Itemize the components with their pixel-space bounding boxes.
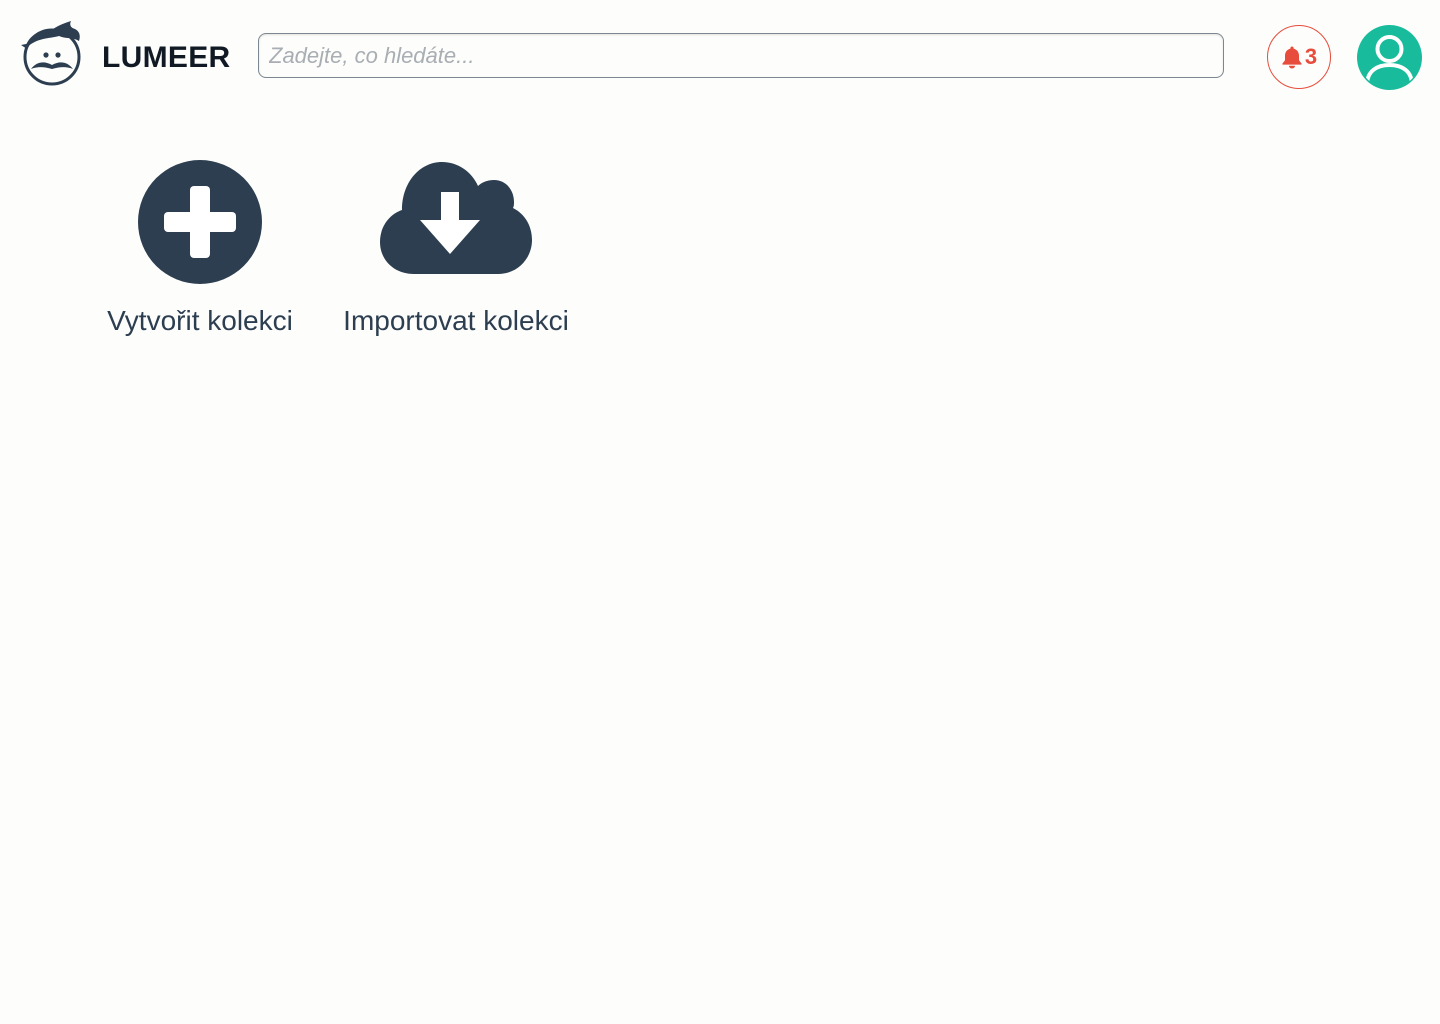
plus-circle-icon [138,160,262,284]
page: LUMEER 3 Vy [0,0,1440,1024]
app-name[interactable]: LUMEER [102,40,230,76]
header: LUMEER 3 [0,0,1440,116]
collection-actions: Vytvořit kolekci Importovat kolekci [0,160,700,360]
search-input[interactable] [258,33,1224,78]
import-collection-button[interactable]: Importovat kolekci [333,160,579,350]
bell-icon [1282,46,1302,69]
create-collection-label: Vytvořit kolekci [107,305,293,336]
import-collection-label: Importovat kolekci [343,305,569,336]
lumeer-logo-icon[interactable] [19,19,85,87]
cloud-download-icon [380,162,532,274]
notification-count: 3 [1304,44,1318,69]
notifications-button[interactable]: 3 [1267,25,1331,89]
user-avatar-icon[interactable] [1357,25,1422,90]
create-collection-button[interactable]: Vytvořit kolekci [96,160,304,350]
